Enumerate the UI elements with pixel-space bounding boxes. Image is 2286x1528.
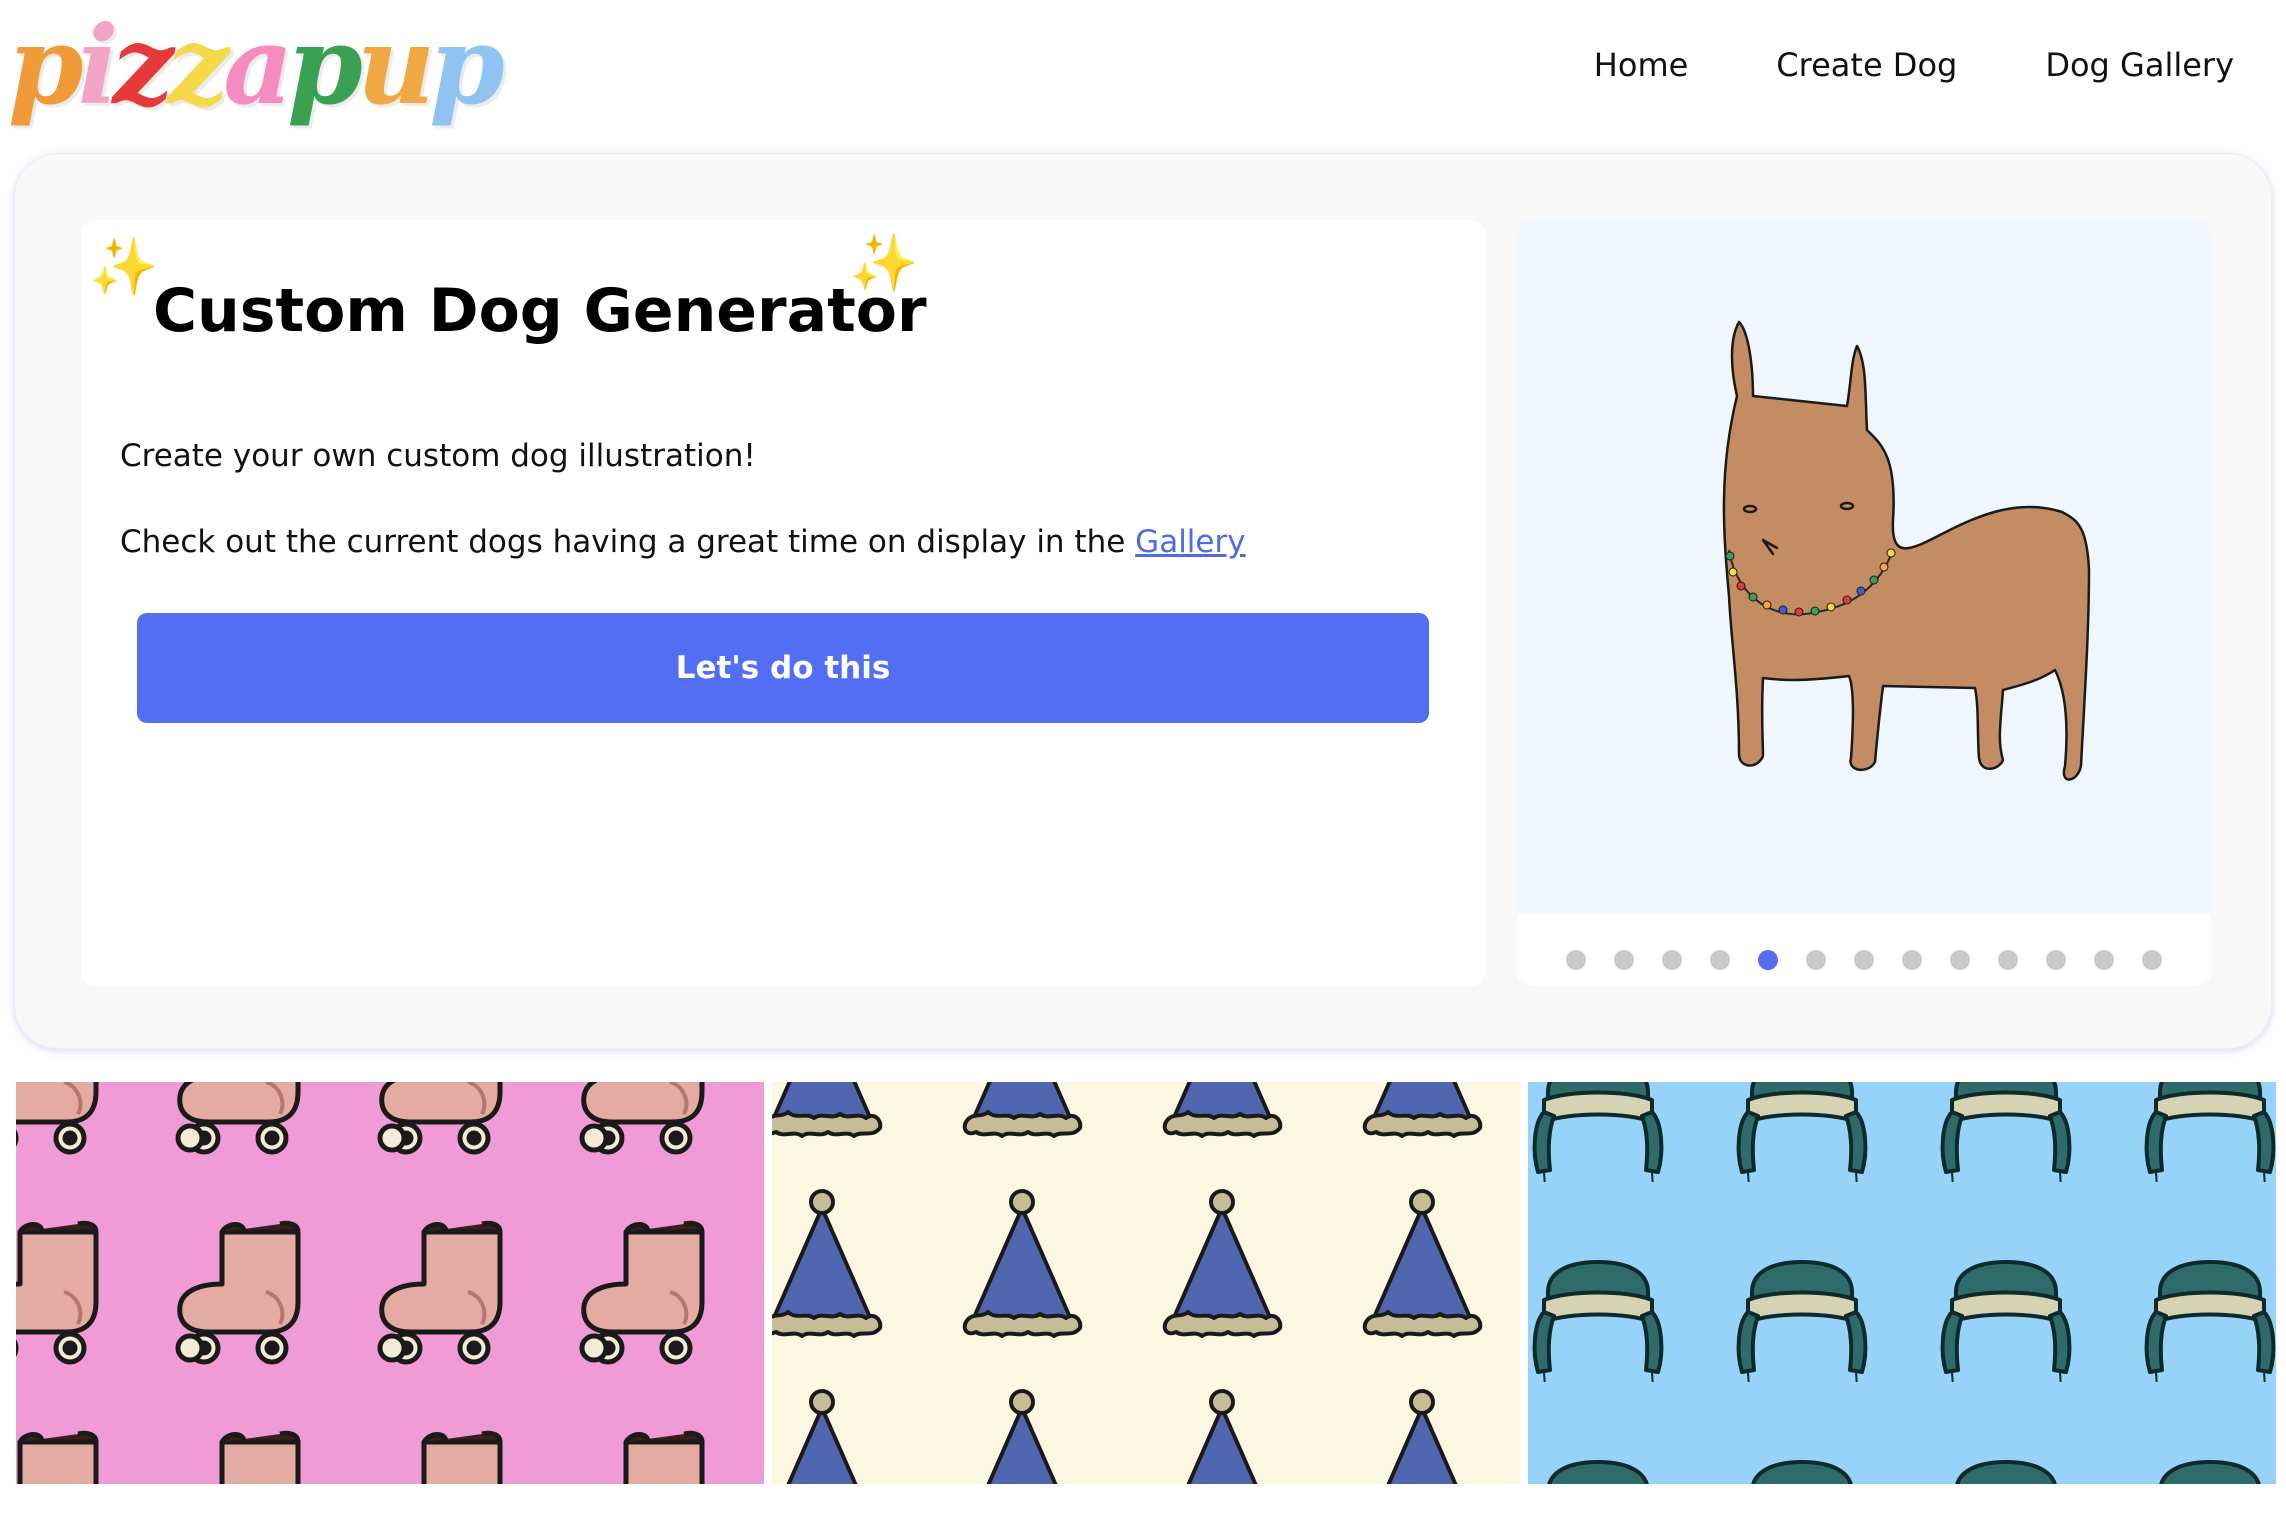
carousel-dot-active[interactable] [1758,950,1778,970]
lets-do-this-button[interactable]: Let's do this [137,613,1429,723]
logo-letter: p [287,3,362,129]
carousel-dot[interactable] [1902,950,1922,970]
hero-card: ✨ ✨ Custom Dog Generator Create your own… [14,153,2272,1049]
carousel-dots [1517,950,2211,970]
logo-letter: z [112,3,174,129]
site-header: pizzapup Home Create Dog Dog Gallery [0,0,2286,150]
party-hat-pattern [772,1082,1520,1484]
pattern-gallery [16,1082,2276,1484]
gallery-sentence: Check out the current dogs having a grea… [120,524,1136,560]
intro-text: Create your own custom dog illustration! [120,438,756,474]
dog-illustration [1722,320,2091,781]
nav-create-dog-link[interactable]: Create Dog [1776,46,1957,84]
carousel-dot[interactable] [1998,950,2018,970]
pizzapup-logo[interactable]: pizzapup [8,3,505,129]
roller-skates-tile[interactable] [16,1082,764,1484]
carousel-dot[interactable] [1950,950,1970,970]
trapper-hat-pattern [1528,1082,2276,1484]
dog-carousel [1517,220,2211,986]
carousel-dot[interactable] [2046,950,2066,970]
party-hats-tile[interactable] [772,1082,1520,1484]
logo-letter: p [8,3,83,129]
gallery-text: Check out the current dogs having a grea… [120,524,1246,560]
logo-letter: i [77,3,119,129]
roller-skate-pattern [16,1082,764,1484]
nav-dog-gallery-link[interactable]: Dog Gallery [2045,46,2234,84]
main-nav: Home Create Dog Dog Gallery [1594,46,2234,84]
logo-letter: p [429,3,504,129]
logo-letter: u [356,3,435,129]
trapper-hats-tile[interactable] [1528,1082,2276,1484]
carousel-dot[interactable] [1806,950,1826,970]
logo-letter: z [167,3,229,129]
carousel-dot[interactable] [1662,950,1682,970]
logo-letter: a [223,3,293,129]
sparkles-icon: ✨ [89,235,159,300]
carousel-dot[interactable] [1566,950,1586,970]
carousel-dot[interactable] [1710,950,1730,970]
carousel-slide [1517,220,2211,913]
carousel-dot[interactable] [1614,950,1634,970]
nav-home-link[interactable]: Home [1594,46,1689,84]
carousel-dot[interactable] [2094,950,2114,970]
carousel-dot[interactable] [1854,950,1874,970]
intro-panel: ✨ ✨ Custom Dog Generator Create your own… [81,220,1485,986]
gallery-link[interactable]: Gallery [1135,524,1245,560]
carousel-dot[interactable] [2142,950,2162,970]
page-title: Custom Dog Generator [153,276,927,346]
